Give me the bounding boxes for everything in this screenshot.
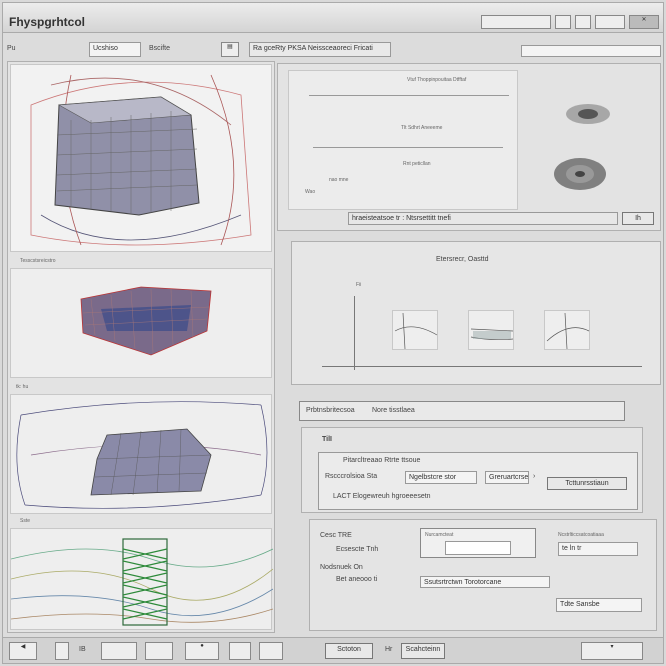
options-side-label: Ncstrlticcsatcoatiaaa: [558, 532, 604, 538]
plot-axis-top: [309, 95, 509, 96]
plot-line-3: nao mne: [329, 177, 349, 183]
viewport-3-label: tk: hu: [16, 384, 29, 390]
chevron-right-icon: ›: [533, 473, 536, 480]
settings-action-button[interactable]: Tcttunrsstiaun: [547, 477, 627, 490]
viewport-2[interactable]: [10, 268, 272, 378]
speaker-icon: ◀: [20, 644, 26, 650]
plot-axis-mid: [313, 147, 503, 148]
terrain-mesh-render: [80, 286, 212, 356]
chart-thumb-3[interactable]: [544, 310, 590, 350]
minimize-button[interactable]: [575, 15, 591, 29]
option-item-1[interactable]: Cesc TRE: [320, 532, 352, 539]
options-side-field[interactable]: te ln tr: [558, 542, 638, 556]
coil-render: [10, 538, 274, 626]
chart-y-tick: Fii: [356, 282, 362, 288]
scatter-images: [554, 104, 610, 190]
plot-line-2: Rnt peticllan: [403, 161, 431, 167]
bottom-tool-button-4[interactable]: [259, 642, 283, 660]
menu-strip[interactable]: [7, 4, 49, 10]
settings-row-1: Pitarcltreaao Rtrte ttsoue: [343, 457, 421, 464]
thumb-plot-3: [546, 312, 590, 350]
chart-y-axis: [354, 296, 355, 370]
toolbar-label: Pu: [7, 45, 16, 52]
record-icon: ●: [200, 643, 204, 649]
settings-row-3: LACT Elogewreuh hgroeeesetn: [333, 493, 431, 500]
title-bar: Fhyspgrhtcol ✕: [3, 3, 663, 33]
options-panel: Cesc TRE Ecsescte Tnh Nodsnuek On Bet an…: [309, 519, 657, 631]
bottom-tool-button-3[interactable]: [229, 642, 251, 660]
bottom-prefix-label: Hr: [385, 646, 393, 653]
options-field-label: Nurcamcteat: [425, 532, 454, 538]
analysis-status-field[interactable]: hraeisteatsoe tr : Ntsrsettitt tnefi: [348, 212, 618, 225]
thumb-plot-2: [470, 328, 514, 341]
expand-button[interactable]: ▤: [221, 42, 239, 57]
bottom-action-button[interactable]: Sctoton: [325, 643, 373, 659]
bottom-small-button[interactable]: [55, 642, 69, 660]
chart-x-axis: [322, 366, 642, 367]
settings-box: Pitarcltreaao Rtrte ttsoue Rscccrolsioa …: [318, 452, 638, 510]
surface-render: [16, 401, 268, 509]
chart-panel: Etersrecr, Oasttd Fii: [291, 241, 661, 385]
options-bottom-right-field[interactable]: Tdte Sansbe: [556, 598, 642, 612]
settings-header: TilI: [322, 436, 332, 443]
app-window: Fhyspgrhtcol ✕ Pu Ucshiso Bscifte ▤ Ra g…: [2, 2, 664, 664]
viewport-2-label: Tesscstsreicstro: [20, 258, 56, 264]
option-item-2[interactable]: Ecsescte Tnh: [336, 546, 378, 553]
left-view-panel: Tesscstsreicstro tk: hu Sste: [7, 61, 275, 633]
viewport-4-label: Sste: [20, 518, 31, 524]
title-field[interactable]: [481, 15, 551, 29]
tab-bar: Prbtnsbritecsoa Nore tisstlaea: [299, 401, 625, 421]
settings-panel: TilI Pitarcltreaao Rtrte ttsoue Rscccrol…: [301, 427, 643, 513]
settings-row-2-field[interactable]: Ngelbstcre stor: [405, 471, 477, 484]
viewport-4[interactable]: [10, 528, 274, 630]
chart-title: Etersrecr, Oasttd: [436, 256, 489, 263]
chart-thumb-2[interactable]: [468, 310, 514, 350]
chart-thumb-1[interactable]: [392, 310, 438, 350]
options-field-group: Nurcamcteat: [420, 528, 536, 558]
path-field[interactable]: Ra gceRty PKSA Neissceaoreci Fricati: [249, 42, 391, 57]
bottom-tool-button-2[interactable]: [145, 642, 173, 660]
close-button[interactable]: ✕: [629, 15, 659, 29]
expand-icon: ▤: [227, 44, 233, 50]
toolbar: Pu Ucshiso Bscifte ▤ Ra gceRty PKSA Neis…: [3, 39, 663, 61]
settings-row-2-label: Rscccrolsioa Sta: [325, 473, 378, 480]
option-item-3[interactable]: Nodsnuek On: [320, 564, 363, 571]
bottom-tool-button-1[interactable]: [101, 642, 137, 660]
option-item-4[interactable]: Bet aneooo ti: [336, 576, 377, 583]
analysis-panel: Vtuf Thoppinpouitaa Dtfftaf Tlt Sdhrt An…: [277, 63, 661, 231]
viewport-3[interactable]: [10, 394, 272, 514]
plot-header: Vtuf Thoppinpouitaa Dtfftaf: [407, 77, 467, 83]
bottom-secondary-button[interactable]: Scahcteinn: [401, 643, 445, 659]
mode-label: Bscifte: [149, 45, 171, 52]
speaker-button[interactable]: ◀: [9, 642, 37, 660]
bottom-dropdown[interactable]: ▾: [581, 642, 643, 660]
mesh-box-render: [30, 74, 252, 246]
plot-line-1: Tlt Sdhrt Aneeeme: [401, 125, 443, 131]
chevron-down-icon: ▾: [610, 644, 614, 650]
plot-row-label: Wao: [305, 189, 316, 195]
window-menu-button[interactable]: [555, 15, 571, 29]
mode-field[interactable]: Ucshiso: [89, 42, 141, 57]
restore-button[interactable]: [595, 15, 625, 29]
analysis-apply-button[interactable]: Ih: [622, 212, 654, 225]
options-field-input[interactable]: [445, 541, 511, 555]
options-footer-field[interactable]: Ssutsrtrctwn Torotorcane: [420, 576, 550, 588]
tab-notes[interactable]: Nore tisstlaea: [372, 407, 415, 414]
app-title: Fhyspgrhtcol: [9, 15, 86, 29]
close-icon: ✕: [641, 17, 647, 23]
settings-row-2-field-2[interactable]: Greruartcrseb: [485, 471, 529, 484]
search-input[interactable]: [521, 45, 661, 57]
bottom-label: IB: [79, 646, 86, 653]
tab-properties[interactable]: Prbtnsbritecsoa: [306, 407, 355, 414]
thumb-plot-1: [394, 312, 438, 350]
viewport-1[interactable]: [10, 64, 272, 252]
analysis-plot[interactable]: Vtuf Thoppinpouitaa Dtfftaf Tlt Sdhrt An…: [288, 70, 518, 210]
record-button[interactable]: ●: [185, 642, 219, 660]
bottom-toolbar: ◀ IB ● Sctoton Hr Scahcteinn ▾: [3, 637, 663, 663]
